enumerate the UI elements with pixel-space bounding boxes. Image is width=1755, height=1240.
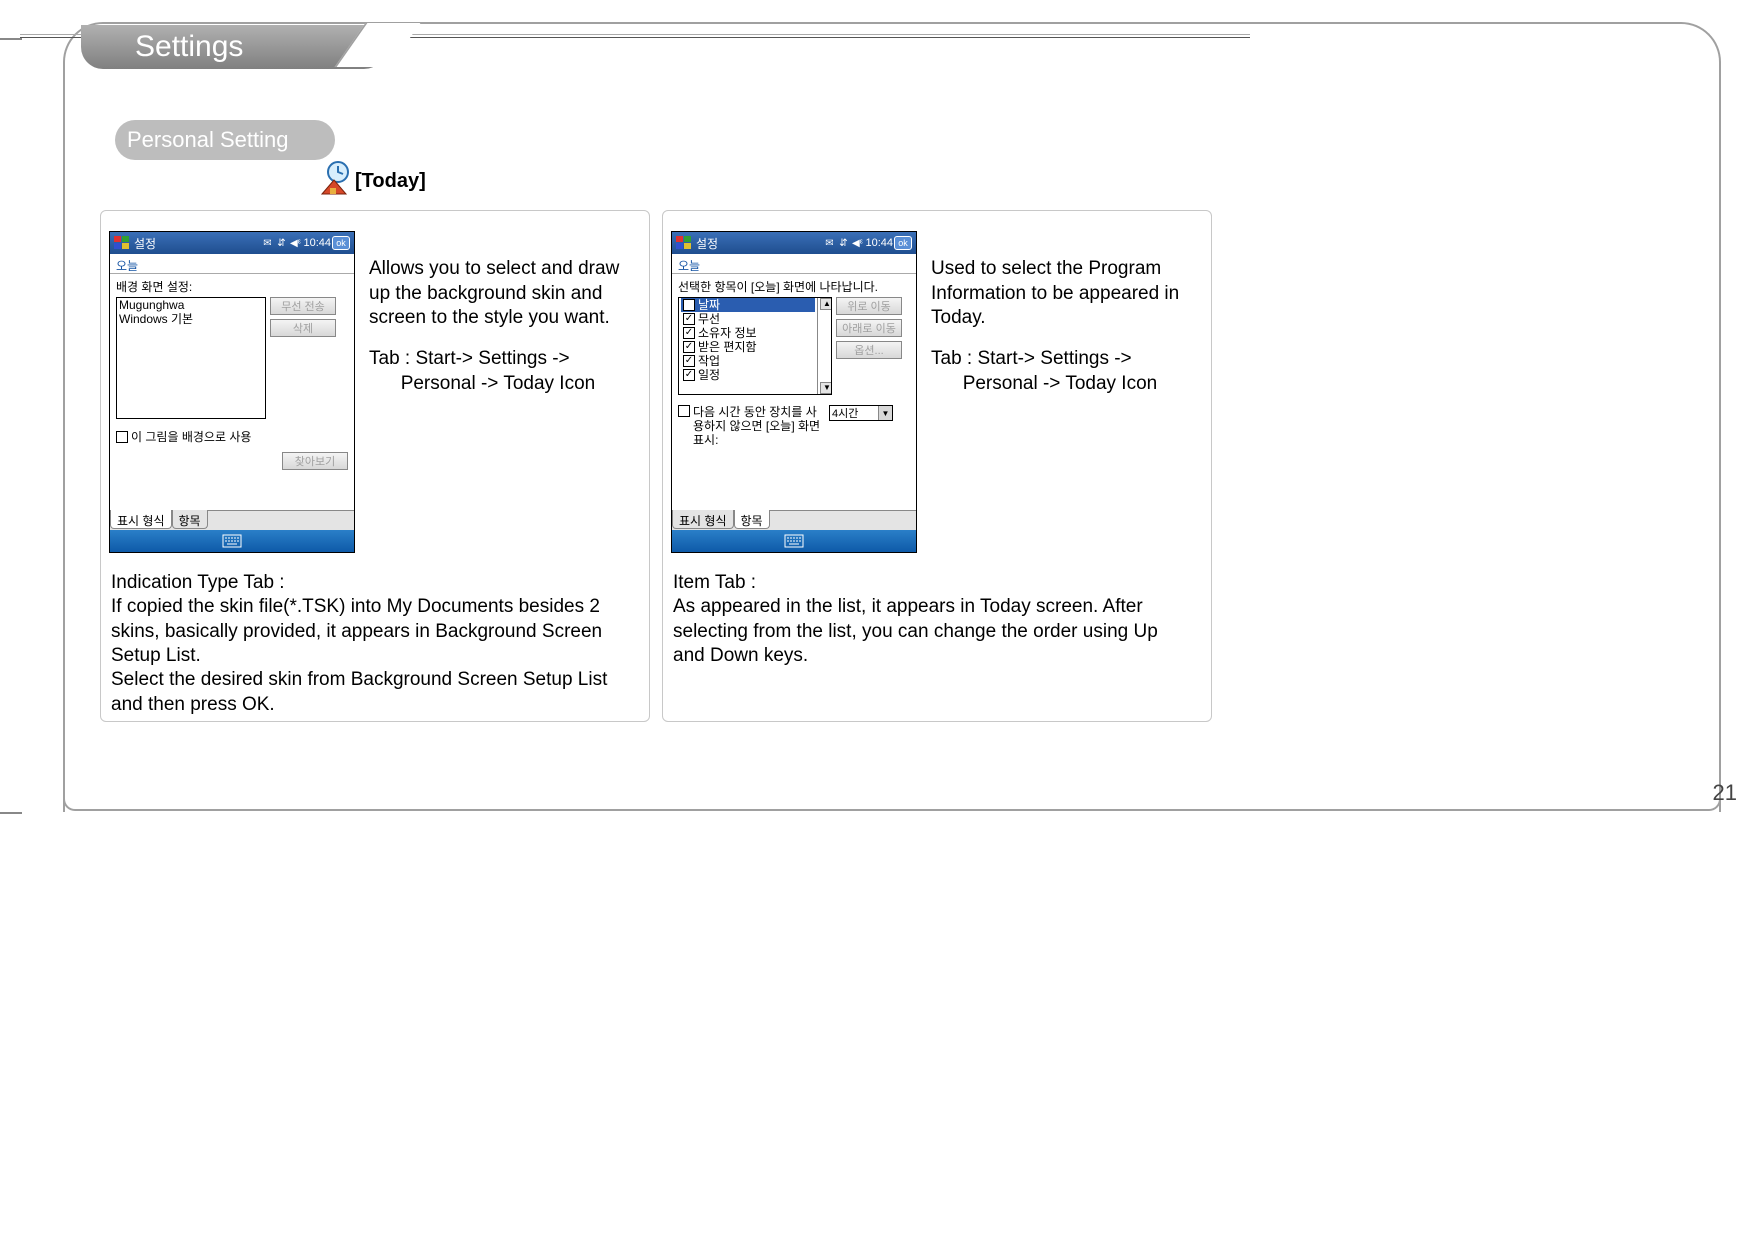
below-left: Indication Type Tab : If copied the skin… <box>111 571 631 717</box>
browse-button[interactable]: 찾아보기 <box>282 452 348 470</box>
wireless-send-button[interactable]: 무선 전송 <box>270 297 336 315</box>
left-edge-decor <box>0 38 22 814</box>
device-screenshot-right: 설정 ✉ ⇵ ◀ᵋ 10:44 ok 오늘 선택한 항목이 [오늘] 화면에 나… <box>671 231 917 553</box>
explain-text-1: Used to select the Program Information t… <box>931 257 1191 331</box>
items-listbox[interactable]: ✓날짜 ✓무선 ✓소유자 정보 ✓받은 편지함 ✓작업 ✓일정 ▲ ▼ <box>678 297 832 395</box>
delete-button[interactable]: 삭제 <box>270 319 336 337</box>
tab-items[interactable]: 항목 <box>734 510 770 529</box>
checkbox-icon: ✓ <box>683 313 695 325</box>
tab-display-format[interactable]: 표시 형식 <box>672 510 734 529</box>
tab-bar: 표시 형식 항목 <box>672 510 916 530</box>
below-body: As appeared in the list, it appears in T… <box>673 596 1158 666</box>
chat-icon[interactable]: ✉ <box>823 237 835 249</box>
chat-icon[interactable]: ✉ <box>261 237 273 249</box>
tab-bar: 표시 형식 항목 <box>110 510 354 530</box>
options-button[interactable]: 옵션... <box>836 341 902 359</box>
explain-text-1: Allows you to select and draw up the bac… <box>369 257 629 331</box>
explain-right: Used to select the Program Information t… <box>931 257 1191 412</box>
below-body: If copied the skin file(*.TSK) into My D… <box>111 596 607 714</box>
checkbox-icon <box>678 405 690 417</box>
list-item[interactable]: ✓받은 편지함 <box>681 340 815 354</box>
tab-items[interactable]: 항목 <box>172 510 208 529</box>
screen-subtitle: 오늘 <box>672 254 916 274</box>
ok-button[interactable]: ok <box>332 236 350 250</box>
idle-duration-value: 4시간 <box>832 405 858 421</box>
chevron-down-icon: ▼ <box>878 406 892 420</box>
list-item[interactable]: ✓무선 <box>681 312 815 326</box>
keyboard-icon <box>222 534 242 548</box>
signal-icon: ⇵ <box>837 237 849 249</box>
skin-item[interactable]: Mugunghwa <box>117 298 265 312</box>
sip-bar[interactable] <box>672 530 916 552</box>
titlebar-app: 설정 <box>696 235 718 252</box>
use-picture-checkbox[interactable]: 이 그림을 배경으로 사용 <box>116 429 348 445</box>
list-item[interactable]: ✓소유자 정보 <box>681 326 815 340</box>
scroll-down-icon[interactable]: ▼ <box>820 382 832 394</box>
move-down-button[interactable]: 아래로 이동 <box>836 319 902 337</box>
clock-text: 10:44 <box>303 237 331 249</box>
section-pill: Personal Setting <box>115 120 335 160</box>
explain-path-1: Tab : Start-> Settings -> <box>931 348 1132 369</box>
tab-display-format[interactable]: 표시 형식 <box>110 510 172 529</box>
idle-today-label: 다음 시간 동안 장치를 사용하지 않으면 [오늘] 화면 표시: <box>693 405 825 447</box>
checkbox-icon: ✓ <box>683 299 695 311</box>
speaker-icon[interactable]: ◀ᵋ <box>851 237 863 249</box>
list-item[interactable]: ✓일정 <box>681 368 815 382</box>
ok-button[interactable]: ok <box>894 236 912 250</box>
move-up-button[interactable]: 위로 이동 <box>836 297 902 315</box>
checkbox-icon: ✓ <box>683 369 695 381</box>
use-picture-label: 이 그림을 배경으로 사용 <box>131 429 251 445</box>
scroll-up-icon[interactable]: ▲ <box>820 298 832 310</box>
items-appear-label: 선택한 항목이 [오늘] 화면에 나타납니다. <box>678 278 910 295</box>
start-flag-icon[interactable] <box>114 236 130 250</box>
slide-frame-bottom <box>63 783 1721 811</box>
speaker-icon[interactable]: ◀ᵋ <box>289 237 301 249</box>
explain-left: Allows you to select and draw up the bac… <box>369 257 629 412</box>
bg-setup-label: 배경 화면 설정: <box>116 278 348 295</box>
skin-item[interactable]: Windows 기본 <box>117 312 265 326</box>
clock-text: 10:44 <box>865 237 893 249</box>
panel-indication-type: 설정 ✉ ⇵ ◀ᵋ 10:44 ok 오늘 배경 화면 설정: Mugunghw… <box>100 210 650 722</box>
explain-path-1: Tab : Start-> Settings -> <box>369 348 570 369</box>
below-right: Item Tab : As appeared in the list, it a… <box>673 571 1193 668</box>
today-label: [Today] <box>355 170 426 193</box>
checkbox-icon: ✓ <box>683 355 695 367</box>
signal-icon: ⇵ <box>275 237 287 249</box>
list-item[interactable]: ✓작업 <box>681 354 815 368</box>
explain-path-2: Personal -> Today Icon <box>963 373 1158 394</box>
start-flag-icon[interactable] <box>676 236 692 250</box>
panel-item-tab: 설정 ✉ ⇵ ◀ᵋ 10:44 ok 오늘 선택한 항목이 [오늘] 화면에 나… <box>662 210 1212 722</box>
page-number: 21 <box>1713 780 1737 806</box>
below-title: Indication Type Tab : <box>111 572 285 593</box>
checkbox-icon <box>116 431 128 443</box>
titlebar: 설정 ✉ ⇵ ◀ᵋ 10:44 ok <box>110 232 354 254</box>
device-screenshot-left: 설정 ✉ ⇵ ◀ᵋ 10:44 ok 오늘 배경 화면 설정: Mugunghw… <box>109 231 355 553</box>
checkbox-icon: ✓ <box>683 327 695 339</box>
screen-subtitle: 오늘 <box>110 254 354 274</box>
idle-today-checkbox[interactable]: 다음 시간 동안 장치를 사용하지 않으면 [오늘] 화면 표시: <box>678 405 825 447</box>
skin-listbox[interactable]: Mugunghwa Windows 기본 <box>116 297 266 419</box>
list-item[interactable]: ✓날짜 <box>681 298 815 312</box>
keyboard-icon <box>784 534 804 548</box>
idle-duration-dropdown[interactable]: 4시간 ▼ <box>829 405 893 421</box>
titlebar: 설정 ✉ ⇵ ◀ᵋ 10:44 ok <box>672 232 916 254</box>
below-title: Item Tab : <box>673 572 756 593</box>
explain-path-2: Personal -> Today Icon <box>401 373 596 394</box>
checkbox-icon: ✓ <box>683 341 695 353</box>
sip-bar[interactable] <box>110 530 354 552</box>
today-icon <box>314 160 354 196</box>
titlebar-app: 설정 <box>134 235 156 252</box>
